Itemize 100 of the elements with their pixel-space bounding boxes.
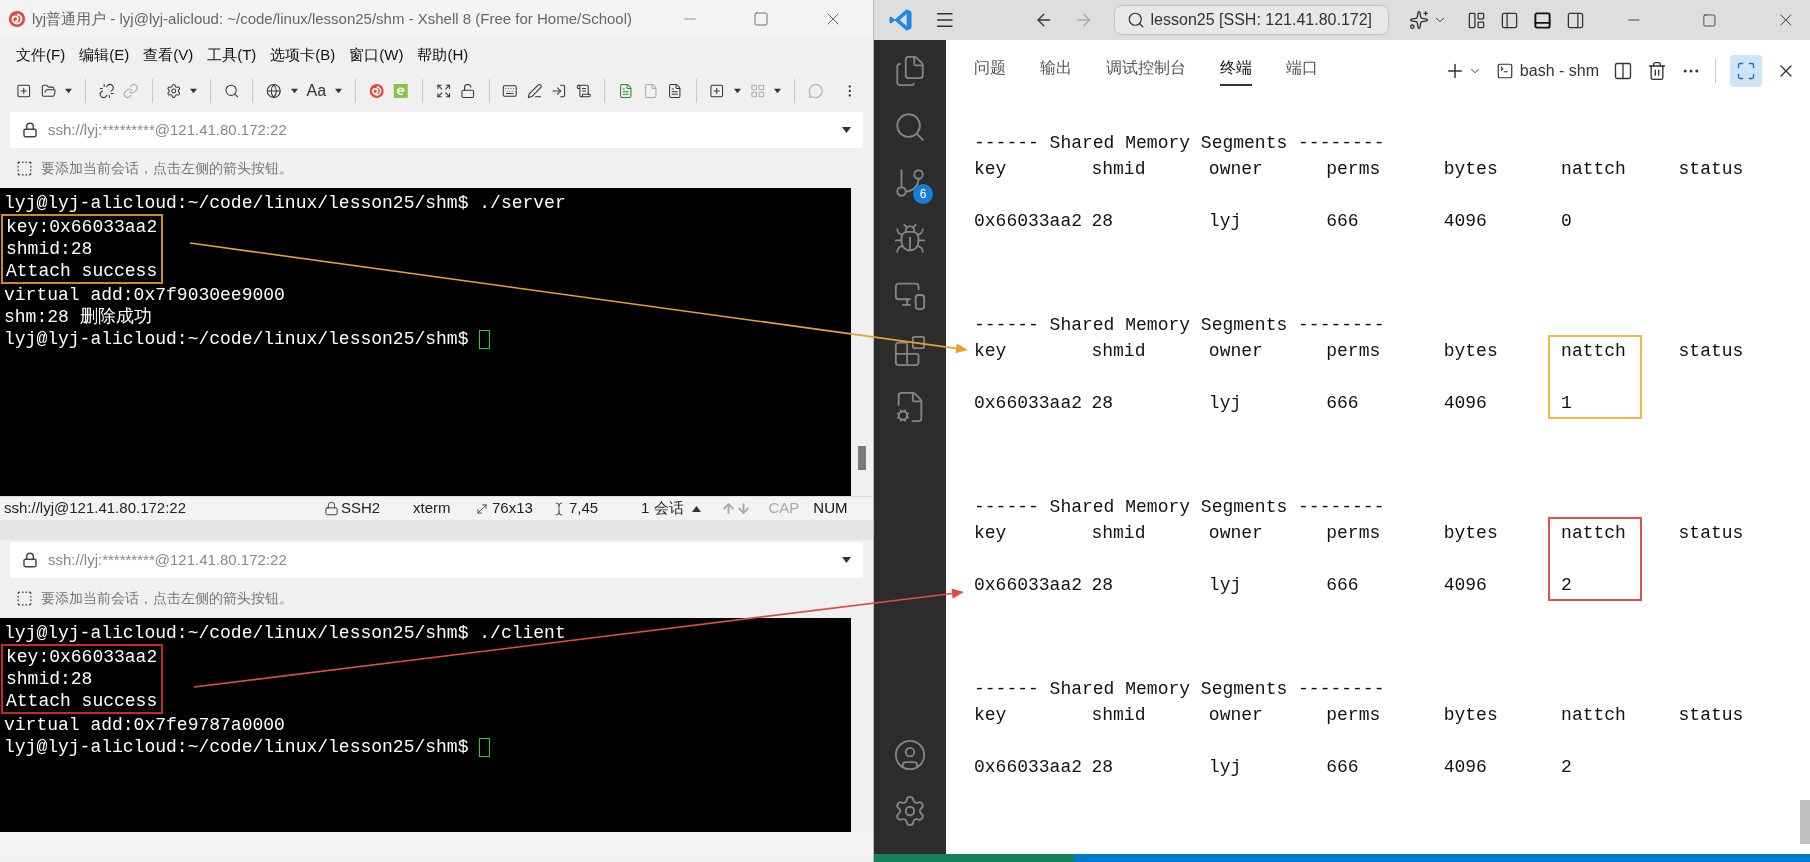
branch-icon[interactable] — [893, 166, 927, 200]
table-cell-text: lyj — [1208, 391, 1242, 415]
protocol-status: SSH2 — [341, 498, 382, 519]
terminal-line: lyj@lyj-alicloud:~/code/linux/lesson25/shm$ — [4, 735, 469, 759]
panel-tab[interactable]: 输出 — [1040, 56, 1072, 86]
column-header: owner — [1208, 157, 1263, 181]
table-cell-text: 666 — [1326, 209, 1359, 233]
terminal-line: ------ Shared Memory Segments -------- — [974, 677, 1385, 701]
table-cell-text: 28 — [1091, 209, 1114, 233]
table-cell-text: 1 — [1561, 391, 1572, 415]
key-indicator: CAP — [768, 498, 800, 519]
table-cell-text: 666 — [1326, 755, 1359, 779]
panel-tab[interactable]: 端口 — [1286, 56, 1318, 86]
panel-bottom-icon[interactable] — [1532, 10, 1552, 30]
caret-icon[interactable] — [774, 88, 782, 94]
split-icon[interactable] — [1613, 61, 1633, 81]
scrollbar-thumb[interactable] — [858, 446, 866, 470]
document-icon[interactable] — [667, 81, 683, 101]
terminal-line: ------ Shared Memory Segments -------- — [974, 495, 1385, 519]
settings-icon[interactable] — [165, 81, 182, 101]
maximize-icon[interactable] — [753, 11, 769, 27]
menu-item[interactable]: 选项卡(B) — [270, 43, 336, 67]
caret-icon[interactable] — [842, 127, 851, 133]
caret-icon[interactable] — [691, 505, 701, 512]
column-header: shmid — [1091, 157, 1146, 181]
column-header: status — [1678, 157, 1744, 181]
search-icon[interactable] — [893, 110, 927, 144]
account-icon[interactable] — [893, 738, 927, 772]
column-header: key — [974, 339, 1007, 363]
terminal-line: shmid:28 — [6, 667, 93, 691]
session-hint: 要添加当前会话，点击左侧的箭头按钮。 — [41, 158, 293, 178]
address-bar[interactable]: ssh://lyj:*********@121.41.80.172:22 — [10, 542, 863, 578]
panel-tab[interactable]: 调试控制台 — [1106, 56, 1186, 86]
column-header: bytes — [1443, 703, 1498, 727]
terminal-icon[interactable] — [1495, 62, 1514, 80]
caret-icon[interactable] — [65, 88, 72, 94]
table-cell-text: 28 — [1091, 573, 1114, 597]
unlock-icon[interactable] — [460, 81, 476, 101]
table-cell-text: lyj — [1208, 209, 1242, 233]
menu-item[interactable]: 工具(T) — [207, 43, 257, 67]
caret-icon[interactable] — [734, 88, 741, 94]
search-icon — [1126, 11, 1145, 29]
caret-icon[interactable] — [335, 88, 343, 94]
caret-icon[interactable] — [190, 88, 197, 94]
column-header: owner — [1208, 703, 1263, 727]
terminal-name[interactable]: bash - shm — [1519, 59, 1599, 83]
panel-tab[interactable]: 问题 — [974, 56, 1006, 86]
unlink-icon[interactable] — [98, 81, 115, 101]
terminal-type-status: xterm — [413, 498, 452, 519]
scrollbar-thumb[interactable] — [1800, 800, 1810, 844]
layout-icon[interactable] — [1466, 10, 1486, 30]
table-cell-text: 4096 — [1443, 755, 1487, 779]
table-cell-text: lyj — [1208, 573, 1242, 597]
swirl-logo-icon — [8, 10, 26, 28]
extensions-icon[interactable] — [893, 334, 927, 368]
column-header: status — [1678, 339, 1744, 363]
maximize-panel-button[interactable] — [1730, 55, 1762, 87]
session-hint: 要添加当前会话，点击左侧的箭头按钮。 — [41, 588, 293, 608]
panel-right-icon[interactable] — [1565, 10, 1585, 30]
connection-status: ssh://lyj@121.41.80.172:22 — [4, 498, 187, 519]
sparkle-chat-icon[interactable] — [1408, 10, 1429, 30]
maximize-icon — [1736, 61, 1756, 81]
column-header: shmid — [1091, 703, 1146, 727]
menu-item[interactable]: 文件(F) — [16, 43, 66, 67]
menu-item[interactable]: 帮助(H) — [417, 43, 469, 67]
terminal-line: virtual add:0x7f9030ee9000 — [4, 283, 285, 307]
command-search-field[interactable]: lesson25 [SSH: 121.41.80.172] — [1113, 5, 1389, 35]
maximize-icon[interactable] — [1702, 12, 1717, 28]
lock-icon — [22, 552, 38, 568]
column-header: nattch — [1561, 339, 1626, 363]
terminal-line: virtual add:0x7fe9787a0000 — [4, 713, 285, 737]
table-cell-text: 28 — [1091, 755, 1114, 779]
terminal-line: lyj@lyj-alicloud:~/code/linux/lesson25/shm$ ./server — [4, 191, 566, 215]
menu-item[interactable]: 窗口(W) — [349, 43, 404, 67]
menu-item[interactable]: 查看(V) — [143, 43, 194, 67]
column-header: key — [974, 521, 1007, 545]
column-header: owner — [1208, 521, 1263, 545]
panel-tab[interactable]: 终端 — [1220, 56, 1252, 86]
table-cell-text: 2 — [1561, 755, 1572, 779]
font-button[interactable]: Aa — [306, 79, 327, 103]
pen-icon[interactable] — [526, 81, 543, 101]
table-cell-text: 666 — [1326, 573, 1359, 597]
files-icon[interactable] — [893, 54, 927, 88]
terminal-line: ------ Shared Memory Segments -------- — [974, 131, 1385, 155]
caret-icon[interactable] — [290, 88, 298, 94]
panel-left-icon[interactable] — [1499, 10, 1519, 30]
address-bar[interactable]: ssh://lyj:*********@121.41.80.172:22 — [10, 112, 863, 148]
table-cell-text: 0x66033aa2 — [974, 391, 1083, 415]
lock-icon — [324, 501, 339, 516]
terminal-line: shmid:28 — [6, 237, 93, 261]
terminal-line: lyj@lyj-alicloud:~/code/linux/lesson25/shm$ — [4, 327, 469, 351]
session-count[interactable]: 1 会话 — [641, 497, 684, 520]
menu-item[interactable]: 编辑(E) — [79, 43, 130, 67]
bug-icon[interactable] — [893, 222, 927, 256]
notification-badge: 6 — [913, 184, 933, 204]
settings-icon[interactable] — [893, 794, 927, 828]
column-header: key — [974, 157, 1007, 181]
globe-icon[interactable] — [266, 81, 282, 101]
trash-icon[interactable] — [1647, 61, 1667, 81]
caret-icon[interactable] — [842, 557, 851, 563]
